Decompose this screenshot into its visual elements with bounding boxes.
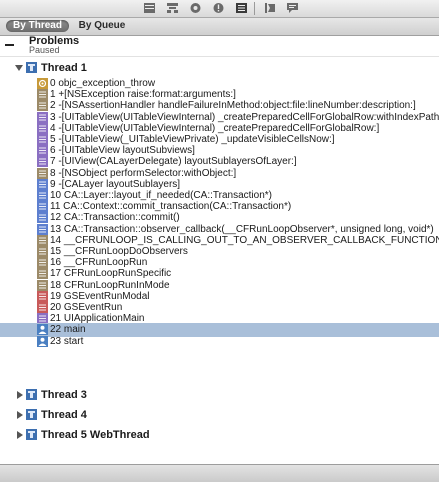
thread-label: Thread 4 xyxy=(41,409,87,421)
thread-grouping-control: By Thread By Queue xyxy=(0,18,439,36)
disclosure-closed-icon[interactable] xyxy=(17,391,23,399)
by-queue-tab[interactable]: By Queue xyxy=(74,20,130,32)
thread-row[interactable]: Thread 3 xyxy=(0,388,439,402)
thread-icon xyxy=(26,62,37,73)
thread-label: Thread 1 xyxy=(41,62,87,74)
disclosure-open-icon[interactable] xyxy=(15,65,23,71)
thread-label: Thread 3 xyxy=(41,389,87,401)
disclosure-closed-icon[interactable] xyxy=(17,431,23,439)
breakpoint-navigator-icon[interactable] xyxy=(263,2,276,14)
thread-icon xyxy=(26,409,37,420)
symbol-navigator-icon[interactable] xyxy=(166,2,179,14)
navigator-selector-bar xyxy=(0,0,439,18)
quartz-frame-icon xyxy=(37,212,48,223)
issue-navigator-icon[interactable] xyxy=(212,2,225,14)
disclosure-closed-icon[interactable] xyxy=(17,411,23,419)
by-thread-tab[interactable]: By Thread xyxy=(6,20,69,32)
process-status: Paused xyxy=(29,45,60,55)
framework-frame-icon xyxy=(37,100,48,111)
uikit-frame-icon xyxy=(37,156,48,167)
user-frame-icon xyxy=(37,324,48,335)
stack-frame-label: 23 start xyxy=(50,336,84,347)
project-navigator-icon[interactable] xyxy=(143,2,156,14)
user-frame-icon xyxy=(37,336,48,347)
debug-navigator: By Thread By Queue Problems Paused Threa… xyxy=(0,0,439,482)
thread-row[interactable]: Thread 1 xyxy=(0,61,439,75)
stack-frame-row[interactable]: 23 start xyxy=(0,335,439,349)
log-navigator-icon[interactable] xyxy=(286,2,299,14)
thread-icon xyxy=(26,389,37,400)
thread-label: Thread 5 WebThread xyxy=(41,429,150,441)
thread-row[interactable]: Thread 4 xyxy=(0,408,439,422)
search-navigator-icon[interactable] xyxy=(189,2,202,14)
filter-bar xyxy=(0,464,439,482)
thread-list: Problems Paused Thread 10 objc_exception… xyxy=(0,35,439,464)
debug-navigator-icon[interactable] xyxy=(235,2,248,14)
thread-row[interactable]: Thread 5 WebThread xyxy=(0,428,439,442)
process-collapse-icon[interactable] xyxy=(5,44,14,46)
thread-icon xyxy=(26,429,37,440)
process-row[interactable]: Problems Paused xyxy=(0,35,439,57)
toolbar-separator xyxy=(254,2,255,15)
framework-frame-icon xyxy=(37,268,48,279)
